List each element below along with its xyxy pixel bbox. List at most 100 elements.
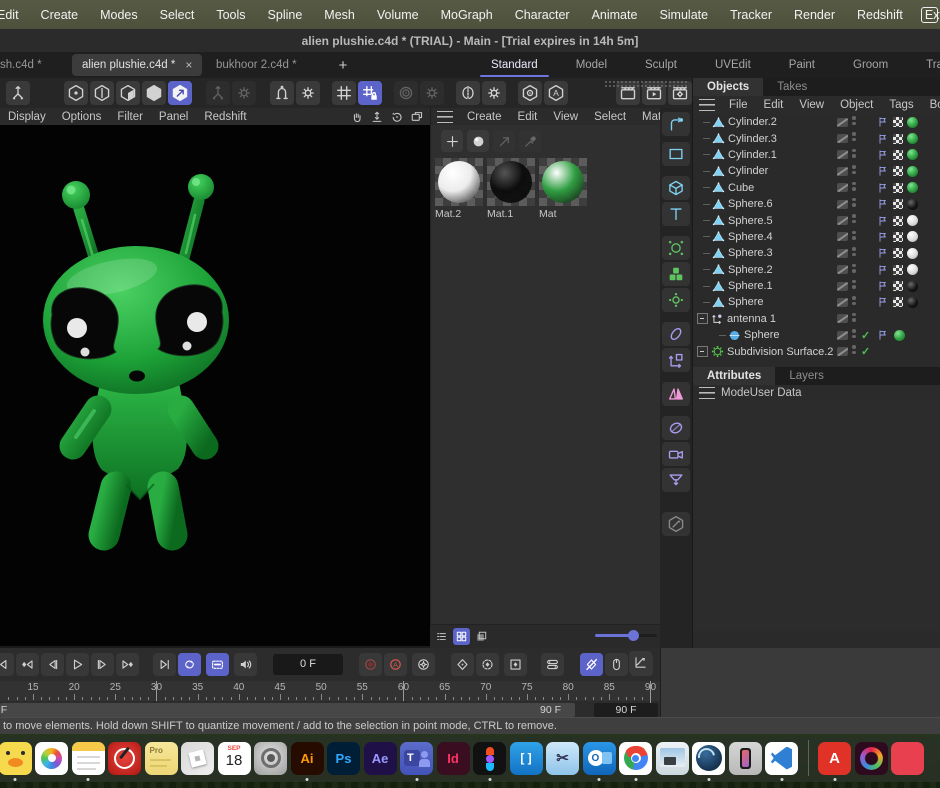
subdivision-surface-tool[interactable] bbox=[662, 236, 690, 260]
dock-app-outlook[interactable]: O bbox=[583, 742, 616, 775]
menu-mesh[interactable]: Mesh bbox=[313, 8, 366, 22]
visibility-dots[interactable] bbox=[852, 247, 856, 258]
mouse-record-button[interactable] bbox=[605, 653, 628, 676]
symmetry-icon[interactable] bbox=[456, 81, 480, 105]
model-mode-icon[interactable] bbox=[142, 81, 166, 105]
material-menu-burger-icon[interactable] bbox=[437, 111, 453, 123]
object-row[interactable]: Cylinder.2 bbox=[693, 114, 940, 130]
menu-modes[interactable]: Modes bbox=[89, 8, 149, 22]
phong-tag-icon[interactable] bbox=[877, 329, 889, 341]
material-menu-create[interactable]: Create bbox=[459, 111, 510, 123]
texture-tag-icon[interactable] bbox=[893, 281, 903, 291]
new-document-tab-button[interactable]: + bbox=[332, 54, 354, 76]
visibility-dots[interactable] bbox=[852, 132, 856, 143]
viewport-menu-redshift[interactable]: Redshift bbox=[196, 111, 254, 123]
visibility-dots[interactable] bbox=[852, 296, 856, 307]
object-row[interactable]: Sphere✓ bbox=[693, 327, 940, 343]
snap-icon[interactable] bbox=[270, 81, 294, 105]
dock-app-illustrator[interactable]: Ai bbox=[291, 742, 324, 775]
edit-toggle-icon[interactable] bbox=[837, 183, 848, 192]
loop-playback-button[interactable] bbox=[178, 653, 201, 676]
menu-spline[interactable]: Spline bbox=[257, 8, 314, 22]
object-row[interactable]: Sphere bbox=[693, 294, 940, 310]
dolly-icon[interactable] bbox=[368, 109, 386, 125]
visibility-dots[interactable] bbox=[852, 165, 856, 176]
object-row[interactable]: Sphere.1 bbox=[693, 278, 940, 294]
phong-tag-icon[interactable] bbox=[877, 116, 889, 128]
pick-material-icon[interactable] bbox=[519, 130, 541, 152]
panel-drag-handle[interactable] bbox=[604, 80, 688, 88]
visibility-dots[interactable] bbox=[852, 198, 856, 209]
menu-character[interactable]: Character bbox=[504, 8, 581, 22]
phong-tag-icon[interactable] bbox=[877, 296, 889, 308]
previous-frame-button[interactable] bbox=[41, 653, 64, 676]
phong-tag-icon[interactable] bbox=[877, 149, 889, 161]
material-tag-icon[interactable] bbox=[907, 215, 918, 226]
phong-tag-icon[interactable] bbox=[877, 215, 889, 227]
object-manager-tab-objects[interactable]: Objects bbox=[693, 78, 763, 96]
dock-app-notes[interactable] bbox=[72, 742, 105, 775]
menu-select[interactable]: Select bbox=[149, 8, 206, 22]
material-tag-icon[interactable] bbox=[907, 264, 918, 275]
play-range-button[interactable] bbox=[206, 653, 229, 676]
dock-app-photoshop[interactable]: Ps bbox=[327, 742, 360, 775]
workplane-lock-icon[interactable] bbox=[358, 81, 382, 105]
dock-app-roblox[interactable] bbox=[181, 742, 214, 775]
maximize-view-icon[interactable] bbox=[408, 109, 426, 125]
axis-modification-icon[interactable] bbox=[206, 81, 230, 105]
object-menu-tags[interactable]: Tags bbox=[881, 99, 921, 111]
material-item[interactable]: Mat bbox=[539, 158, 587, 220]
object-menu-burger-icon[interactable] bbox=[699, 99, 715, 111]
dock-app-brackets[interactable]: [ ] bbox=[510, 742, 543, 775]
edit-toggle-icon[interactable] bbox=[837, 167, 848, 176]
current-frame-field[interactable]: 0 F bbox=[273, 654, 343, 675]
menu-tracker[interactable]: Tracker bbox=[719, 8, 783, 22]
texture-tag-icon[interactable] bbox=[893, 297, 903, 307]
goto-end-button[interactable] bbox=[153, 653, 176, 676]
orbit-icon[interactable] bbox=[388, 109, 406, 125]
auto-mode-icon[interactable]: A bbox=[544, 81, 568, 105]
viewport-menu-options[interactable]: Options bbox=[54, 111, 110, 123]
expander-icon[interactable] bbox=[697, 346, 708, 357]
autokey-button[interactable]: A bbox=[384, 653, 407, 676]
dock-app-indesign[interactable]: Id bbox=[437, 742, 470, 775]
edit-toggle-icon[interactable] bbox=[837, 216, 848, 225]
dock-app-iphone-mirroring[interactable] bbox=[729, 742, 762, 775]
object-row[interactable]: Sphere.3 bbox=[693, 245, 940, 261]
material-tag-icon[interactable] bbox=[907, 182, 918, 193]
polygons-mode-icon[interactable] bbox=[116, 81, 140, 105]
phong-tag-icon[interactable] bbox=[877, 182, 889, 194]
list-view-icon[interactable] bbox=[433, 628, 450, 645]
document-tab[interactable]: alien plushie.c4d *× bbox=[72, 54, 202, 76]
spline-primitive-tool[interactable] bbox=[662, 142, 690, 166]
fcurve-editor-icon[interactable] bbox=[629, 651, 652, 674]
menu-tools[interactable]: Tools bbox=[205, 8, 256, 22]
menu-redshift[interactable]: Redshift bbox=[846, 8, 914, 22]
play-button[interactable] bbox=[66, 653, 89, 676]
attribute-tab-attributes[interactable]: Attributes bbox=[693, 367, 775, 385]
edit-toggle-icon[interactable] bbox=[837, 265, 848, 274]
key-position-button[interactable] bbox=[451, 653, 474, 676]
phong-tag-icon[interactable] bbox=[877, 231, 889, 243]
attribute-menu-burger-icon[interactable] bbox=[699, 387, 715, 399]
menu-volume[interactable]: Volume bbox=[366, 8, 430, 22]
cloner-tool[interactable] bbox=[662, 262, 690, 286]
object-row[interactable]: Subdivision Surface.2✓ bbox=[693, 343, 940, 359]
layout-tab-uvedit[interactable]: UVEdit bbox=[696, 53, 770, 77]
layout-tab-track[interactable]: Track bbox=[907, 53, 940, 77]
timeline-range-bar[interactable]: 0 F 90 F bbox=[0, 703, 575, 717]
object-menu-file[interactable]: File bbox=[721, 99, 756, 111]
texture-tag-icon[interactable] bbox=[893, 265, 903, 275]
texture-tag-icon[interactable] bbox=[893, 216, 903, 226]
phong-tag-icon[interactable] bbox=[877, 247, 889, 259]
object-row[interactable]: Sphere.6 bbox=[693, 196, 940, 212]
layer-view-icon[interactable] bbox=[473, 628, 490, 645]
attribute-menu-user-data[interactable]: User Data bbox=[750, 387, 802, 399]
grid-view-icon[interactable] bbox=[453, 628, 470, 645]
material-tag-icon[interactable] bbox=[894, 330, 905, 341]
object-menu-edit[interactable]: Edit bbox=[756, 99, 792, 111]
dock-app-creative-cloud[interactable] bbox=[855, 742, 888, 775]
dock-app-scissors-app[interactable]: ✂ bbox=[546, 742, 579, 775]
visibility-dots[interactable] bbox=[852, 313, 856, 324]
texture-tag-icon[interactable] bbox=[893, 183, 903, 193]
